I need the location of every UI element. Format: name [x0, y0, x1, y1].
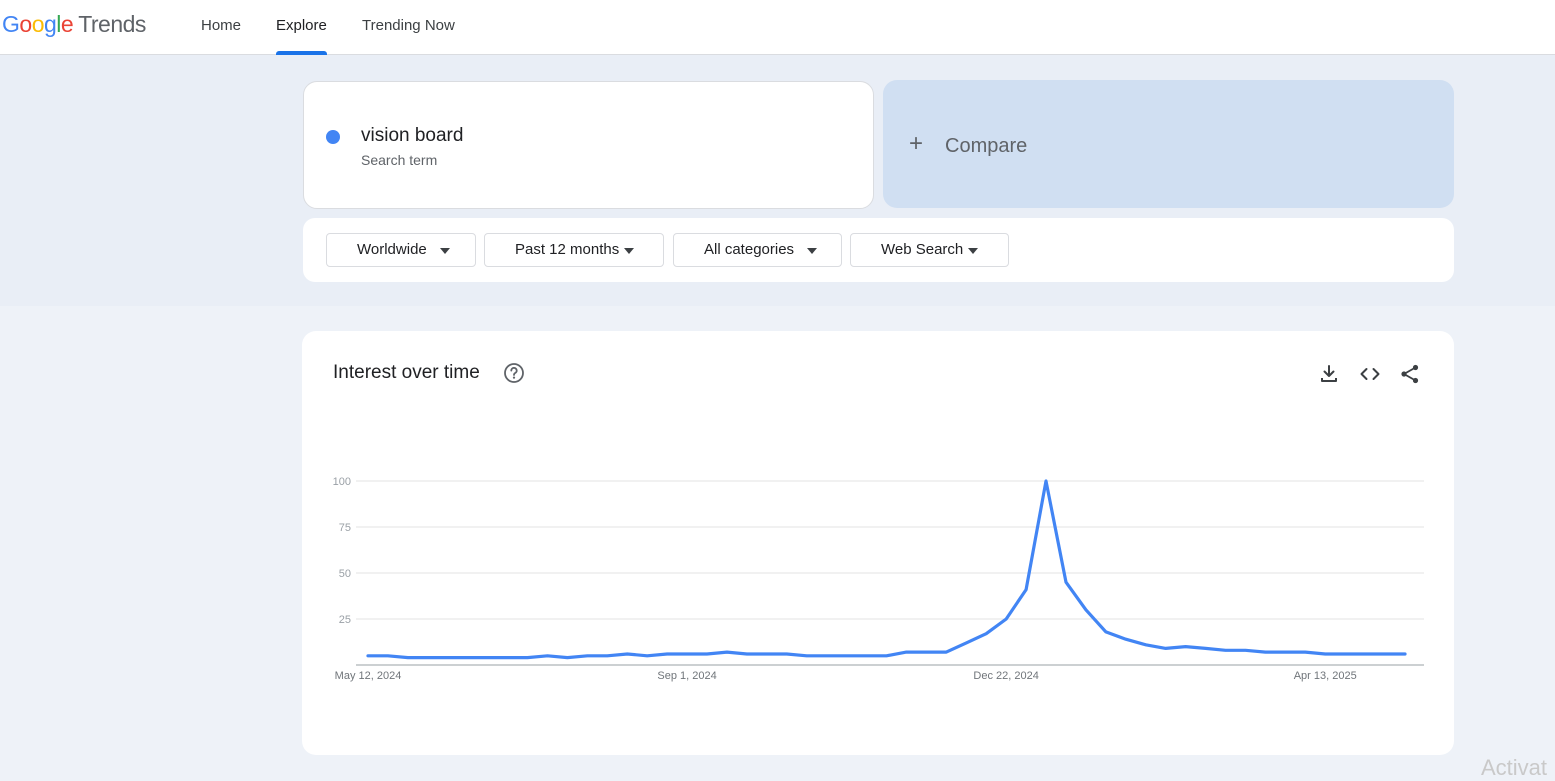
y-tick-label: 25: [339, 614, 351, 626]
logo-product-name: Trends: [78, 11, 146, 37]
search-term-type: Search term: [361, 152, 438, 168]
time-range-dropdown[interactable]: Past 12 months: [484, 233, 664, 267]
region-dropdown-label: Worldwide: [357, 241, 427, 258]
x-tick-label: Dec 22, 2024: [973, 670, 1038, 682]
series-line-vision-board: [366, 479, 1407, 660]
category-dropdown-label: All categories: [704, 241, 795, 258]
compare-button[interactable]: + Compare: [883, 80, 1454, 208]
search-term-name[interactable]: vision board: [361, 125, 463, 147]
term-color-dot: [326, 130, 340, 144]
caret-down-icon: [968, 248, 978, 254]
compare-label: Compare: [945, 135, 1028, 157]
region-dropdown[interactable]: Worldwide: [326, 233, 476, 267]
nav-trending-now[interactable]: Trending Now: [362, 0, 455, 54]
time-range-dropdown-label: Past 12 months: [515, 241, 620, 258]
logo-letter: g: [43, 11, 57, 37]
logo-letter: o: [19, 11, 32, 37]
activation-watermark: Activat: [1481, 755, 1548, 780]
caret-down-icon: [440, 248, 450, 254]
y-tick-label: 75: [339, 522, 351, 534]
search-type-dropdown[interactable]: Web Search: [850, 233, 1009, 267]
x-tick-label: May 12, 2024: [335, 670, 402, 682]
logo-letter: o: [31, 11, 45, 37]
caret-down-icon: [807, 248, 817, 254]
google-trends-logo[interactable]: Google Trends: [2, 11, 146, 38]
logo-letter: G: [2, 11, 20, 37]
interest-line-chart: 25 50 75 100 May 12, 2024 Sep 1, 2024 Dec 22, …: [333, 476, 1424, 682]
top-bar: Google Trends Home Explore Trending Now: [0, 0, 1555, 55]
x-tick-label: Sep 1, 2024: [657, 670, 716, 682]
nav-explore[interactable]: Explore: [276, 0, 327, 55]
category-dropdown[interactable]: All categories: [673, 233, 842, 267]
y-tick-label: 50: [339, 568, 351, 580]
x-tick-label: Apr 13, 2025: [1294, 670, 1357, 682]
interest-over-time-card: Interest over time 25 50 75 100 May 12, 2024…: [302, 331, 1454, 755]
filter-bar: Worldwide Past 12 months All categories …: [303, 218, 1454, 282]
caret-down-icon: [624, 248, 634, 254]
nav-home[interactable]: Home: [201, 0, 241, 54]
search-term-card[interactable]: vision board Search term: [303, 81, 874, 209]
plus-icon: +: [909, 130, 924, 157]
y-tick-label: 100: [333, 476, 351, 488]
search-type-dropdown-label: Web Search: [881, 241, 964, 258]
logo-letter: e: [60, 11, 74, 37]
